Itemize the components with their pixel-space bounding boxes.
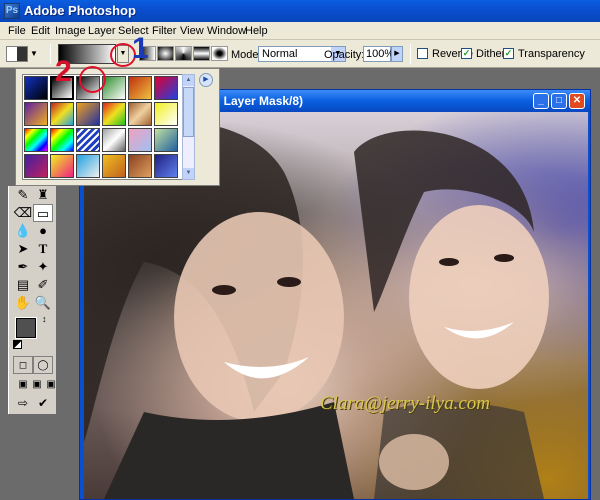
gradient-swatch[interactable] (76, 128, 100, 152)
menu-help[interactable]: Help (245, 25, 268, 37)
gradient-swatch[interactable] (102, 128, 126, 152)
dither-label: Dither (476, 48, 506, 60)
toolbox: ✎ ♜ ⌫ ▭ 💧 ● ➤ T ✒ ✦ ▤ ✐ ✋ 🔍 ↕ ◻ ◯ ▣ ▣ ▣ … (8, 186, 56, 414)
dodge-tool[interactable]: ● (33, 222, 53, 240)
maximize-button[interactable]: □ (551, 93, 567, 109)
dither-checkbox[interactable]: ✓ (461, 48, 472, 59)
gradient-swatch[interactable] (50, 154, 74, 178)
gradient-swatch[interactable] (128, 102, 152, 126)
close-button[interactable]: ✕ (569, 93, 585, 109)
jump-to-imageready-button[interactable]: ⇨ (13, 394, 33, 412)
foreground-color-swatch[interactable] (15, 317, 37, 339)
gradient-swatch[interactable] (24, 102, 48, 126)
reflected-gradient-button[interactable] (193, 46, 210, 61)
menu-layer[interactable]: Layer (88, 25, 116, 37)
radial-gradient-button[interactable] (157, 46, 174, 61)
path-selection-tool[interactable]: ➤ (13, 240, 33, 258)
diamond-gradient-button[interactable] (211, 46, 228, 61)
hand-tool[interactable]: ✋ (13, 294, 33, 312)
blur-tool[interactable]: 💧 (13, 222, 33, 240)
picker-menu-button[interactable]: ▶ (199, 73, 213, 87)
brush-icon[interactable]: ✔ (33, 394, 53, 412)
gradient-swatch[interactable] (24, 76, 48, 100)
type-tool[interactable]: T (33, 240, 53, 258)
gradient-swatch[interactable] (76, 154, 100, 178)
minimize-button[interactable]: _ (533, 93, 549, 109)
healing-brush-tool[interactable]: ✎ (13, 186, 33, 204)
mode-label: Mode: (231, 49, 262, 61)
gradient-picker-popup: ▲ ▼ ▶ (15, 68, 220, 186)
opacity-input[interactable]: 100% (363, 46, 394, 62)
app-title: Adobe Photoshop (24, 3, 136, 18)
gradient-swatch[interactable] (24, 128, 48, 152)
eraser-tool[interactable]: ⌫ (13, 204, 33, 222)
menu-view[interactable]: View (180, 25, 204, 37)
transparency-label: Transparency (518, 48, 585, 60)
menu-bar: File Edit Image Layer Select Filter View… (0, 22, 600, 40)
gradient-swatch[interactable] (154, 76, 178, 100)
gradient-swatch[interactable] (102, 102, 126, 126)
menu-filter[interactable]: Filter (152, 25, 176, 37)
gradient-swatch[interactable] (102, 154, 126, 178)
app-titlebar: Ps Adobe Photoshop (0, 0, 600, 22)
gradient-tool[interactable]: ▭ (33, 204, 53, 222)
stamp-tool[interactable]: ♜ (33, 186, 53, 204)
separator (410, 44, 411, 64)
notes-tool[interactable]: ▤ (13, 276, 33, 294)
gradient-swatch[interactable] (128, 128, 152, 152)
screen-mode-full-button[interactable]: ▣ (41, 376, 61, 394)
annotation-step-2: 2 (55, 55, 72, 88)
zoom-tool[interactable]: 🔍 (33, 294, 53, 312)
gradient-swatch[interactable] (154, 128, 178, 152)
default-colors-icon[interactable] (13, 340, 22, 349)
menu-file[interactable]: File (8, 25, 26, 37)
gradient-swatch[interactable] (128, 154, 152, 178)
scroll-thumb[interactable] (183, 87, 194, 137)
opacity-label: Opacity: (324, 49, 365, 61)
gradient-swatch[interactable] (50, 128, 74, 152)
chevron-down-icon[interactable]: ▼ (30, 49, 38, 58)
scroll-up-icon[interactable]: ▲ (183, 75, 194, 86)
options-bar: ▼ ▼ Mode: Normal ▼ Opacity: 100% ▶ Rever… (0, 40, 600, 68)
gradient-swatch[interactable] (50, 102, 74, 126)
photoshop-icon: Ps (4, 3, 20, 19)
gradient-swatch[interactable] (154, 102, 178, 126)
eyedropper-tool[interactable]: ✐ (33, 276, 53, 294)
menu-image[interactable]: Image (55, 25, 86, 37)
pen-tool[interactable]: ✒ (13, 258, 33, 276)
shape-tool[interactable]: ✦ (33, 258, 53, 276)
scroll-down-icon[interactable]: ▼ (183, 168, 194, 179)
picker-scrollbar[interactable]: ▲ ▼ (182, 74, 195, 180)
chevron-right-icon[interactable]: ▶ (391, 46, 403, 62)
gradient-swatch[interactable] (24, 154, 48, 178)
mode-value: Normal (262, 48, 298, 60)
angle-gradient-button[interactable] (175, 46, 192, 61)
annotation-circle-2 (79, 66, 106, 93)
swap-colors-icon[interactable]: ↕ (42, 314, 47, 324)
standard-mode-button[interactable]: ◻ (13, 356, 33, 374)
transparency-checkbox[interactable]: ✓ (503, 48, 514, 59)
reverse-checkbox[interactable] (417, 48, 428, 59)
gradient-swatch[interactable] (154, 154, 178, 178)
gradient-swatch-grid (22, 74, 183, 180)
separator (50, 44, 51, 64)
quick-mask-button[interactable]: ◯ (33, 356, 53, 374)
watermark-text: Clara@jerry-ilya.com (320, 393, 490, 414)
menu-window[interactable]: Window (207, 25, 246, 37)
annotation-step-1: 1 (132, 32, 149, 65)
gradient-swatch[interactable] (76, 102, 100, 126)
gradient-swatch[interactable] (128, 76, 152, 100)
tool-preset-picker[interactable] (6, 46, 28, 62)
menu-edit[interactable]: Edit (31, 25, 50, 37)
